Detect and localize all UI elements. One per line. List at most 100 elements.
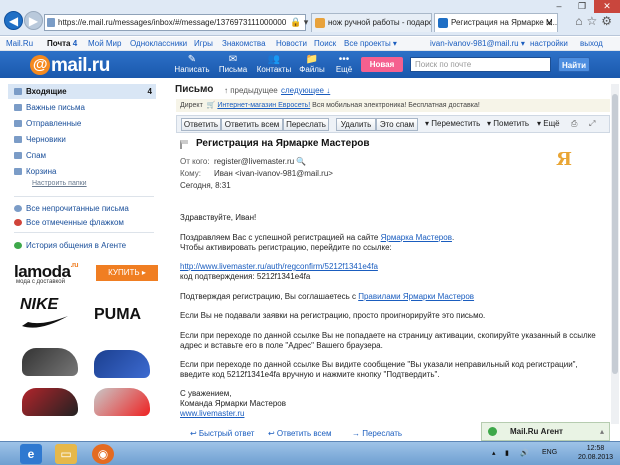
page-title: Письмо xyxy=(175,84,214,95)
agent-history-link[interactable]: История общения в Агенте xyxy=(8,239,126,252)
nav-ok[interactable]: Одноклассники xyxy=(130,37,187,51)
move-dropdown[interactable]: ▾ Переместить xyxy=(425,119,480,128)
direct-ad-strip[interactable]: Директ 🛒 Интернет-магазин Евросеть! Вся … xyxy=(176,99,610,112)
unread-icon xyxy=(14,205,22,212)
folder-drafts[interactable]: Черновики xyxy=(8,132,156,147)
expand-icon[interactable]: ⤢ xyxy=(589,119,595,129)
trash-icon xyxy=(14,168,22,175)
body-paragraph: Чтобы активировать регистрацию, перейдит… xyxy=(180,243,392,252)
letter-date: Сегодня, 8:31 xyxy=(180,181,231,190)
contacts-button[interactable]: 👥 Контакты xyxy=(254,54,294,77)
firefox-icon[interactable]: ◉ xyxy=(92,444,114,464)
flag-icon[interactable] xyxy=(180,140,188,149)
shoe-image xyxy=(94,350,150,378)
tab-inactive[interactable]: нож ручной работы - подаро... xyxy=(311,13,432,32)
mail-header: @ mail.ru ✎ Написать ✉ Письма 👥 Контакты 📁 Фа… xyxy=(0,51,620,78)
next-letter-link[interactable]: следующее ↓ xyxy=(281,86,330,95)
print-icon[interactable]: ⎙ xyxy=(571,119,577,129)
browser-tools[interactable]: ⌂☆⚙ xyxy=(575,14,616,28)
forward-button[interactable]: ▶ xyxy=(24,11,43,30)
buy-button[interactable]: КУПИТЬ ▸ xyxy=(96,265,158,281)
sender-logo: Я xyxy=(556,149,572,170)
signature-link[interactable]: www.livemaster.ru xyxy=(180,409,244,419)
quick-reply-link[interactable]: ↩ Быстрый ответ xyxy=(190,429,254,438)
pencil-icon: ✎ xyxy=(187,54,197,65)
more-button[interactable]: ••• Ещё xyxy=(324,54,364,77)
letter-toolbar: Ответить Ответить всем Переслать Удалить… xyxy=(176,115,610,133)
signature: С уважением, xyxy=(180,389,232,398)
back-button[interactable]: ◀ xyxy=(4,11,23,30)
nav-all-projects[interactable]: Все проекты ▾ xyxy=(344,37,397,51)
forward-link[interactable]: → Переслать xyxy=(352,429,402,438)
unread-letters-link[interactable]: Все непрочитанные письма xyxy=(8,202,129,215)
forward-button[interactable]: Переслать xyxy=(283,118,329,131)
star-icon: ☆ xyxy=(586,14,602,28)
language-indicator[interactable]: ENG xyxy=(542,449,557,456)
volume-icon[interactable]: 🔊 xyxy=(520,449,529,457)
address-bar[interactable]: https://e.mail.ru/messages/inbox/#/messa… xyxy=(44,14,306,31)
mark-dropdown[interactable]: ▾ Пометить xyxy=(487,119,529,128)
logout-link[interactable]: выход xyxy=(580,37,603,51)
mailru-agent-widget[interactable]: Mail.Ru Агент ▴ xyxy=(481,422,610,441)
body-paragraph: введите код 5212f1341e4fa вручную и нажм… xyxy=(180,370,440,379)
close-tab-icon[interactable]: ✕ xyxy=(545,14,553,32)
spam-button[interactable]: Это спам xyxy=(376,118,418,131)
close-window-button[interactable]: ✕ xyxy=(594,0,620,13)
flag-icon xyxy=(14,219,22,226)
settings-link[interactable]: настройки xyxy=(530,37,568,51)
folder-trash[interactable]: Корзина xyxy=(8,164,156,179)
clock[interactable]: 12:58 20.08.2013 xyxy=(578,444,613,462)
explorer-icon[interactable]: ▭ xyxy=(55,444,77,464)
letters-button[interactable]: ✉ Письма xyxy=(213,54,253,77)
compose-button[interactable]: ✎ Написать xyxy=(172,54,212,77)
chat-icon[interactable]: ▴ xyxy=(600,423,604,440)
more-dropdown[interactable]: ▾ Ещё xyxy=(537,119,560,128)
divider xyxy=(14,232,154,233)
at-icon: @ xyxy=(30,55,50,75)
setup-folders-link[interactable]: Настроить папки xyxy=(32,180,87,187)
code-line: код подтверждения: 5212f1341e4fa xyxy=(180,272,311,281)
folder-sent[interactable]: Отправленные xyxy=(8,116,156,131)
rules-link[interactable]: Правилами Ярмарки Мастеров xyxy=(358,292,474,301)
search-input[interactable]: Поиск по почте xyxy=(410,57,551,72)
nav-mail[interactable]: Почта 4 xyxy=(47,37,77,51)
lamoda-ad[interactable]: lamoda.ru мода с доставкой КУПИТЬ ▸ NIKE… xyxy=(14,262,160,427)
nav-news[interactable]: Новости xyxy=(276,37,307,51)
drafts-icon xyxy=(14,136,22,143)
delete-button[interactable]: Удалить xyxy=(336,118,376,131)
folder-spam[interactable]: Спам xyxy=(8,148,156,163)
find-button[interactable]: Найти xyxy=(558,57,590,72)
minimize-button[interactable]: – xyxy=(548,0,570,13)
shoe-image xyxy=(22,388,78,416)
nav-games[interactable]: Игры xyxy=(194,37,213,51)
nav-mymir[interactable]: Мой Мир xyxy=(88,37,121,51)
nav-mailru[interactable]: Mail.Ru xyxy=(6,37,33,51)
folder-important[interactable]: Важные письма xyxy=(8,100,156,115)
ie-icon[interactable]: e xyxy=(20,444,42,464)
tray-arrow-icon[interactable]: ▴ xyxy=(492,449,496,457)
nav-dating[interactable]: Знакомства xyxy=(222,37,266,51)
body-paragraph: адрес и вставьте его в поле "Адрес" Ваше… xyxy=(180,341,383,350)
sent-icon xyxy=(14,120,22,127)
scrollbar[interactable] xyxy=(611,84,619,424)
reply-all-link[interactable]: ↩ Ответить всем xyxy=(268,429,331,438)
scrollbar-thumb[interactable] xyxy=(612,94,618,374)
tab-active[interactable]: Регистрация на Ярмарке М... ✕ xyxy=(434,13,558,32)
user-menu[interactable]: ivan-ivanov-981@mail.ru ▾ xyxy=(430,37,525,51)
flagged-letters-link[interactable]: Все отмеченные флажком xyxy=(8,216,124,229)
new-button[interactable]: Новая xyxy=(361,57,403,72)
prev-letter-link[interactable]: ↑ предыдущее xyxy=(224,86,278,95)
folder-inbox[interactable]: Входящие 4 xyxy=(8,84,156,99)
to-row: Кому: Иван <ivan-ivanov-981@mail.ru> xyxy=(180,169,333,178)
search-icon[interactable]: 🔍 xyxy=(296,157,306,166)
livemaster-link[interactable]: Ярмарка Мастеров xyxy=(381,233,452,242)
sender-address[interactable]: register@livemaster.ru 🔍 xyxy=(214,157,306,166)
taskbar: e ▭ ◉ ▴ ▮ 🔊 ENG 12:58 20.08.2013 xyxy=(0,441,620,465)
nav-search[interactable]: Поиск xyxy=(314,37,336,51)
maximize-button[interactable]: ❐ xyxy=(571,0,593,13)
mailru-logo[interactable]: @ mail.ru xyxy=(30,55,110,77)
network-icon[interactable]: ▮ xyxy=(505,449,509,457)
confirm-link[interactable]: http://www.livemaster.ru/auth/regconfirm… xyxy=(180,262,378,272)
reply-all-button[interactable]: Ответить всем xyxy=(221,118,283,131)
reply-button[interactable]: Ответить xyxy=(181,118,221,131)
